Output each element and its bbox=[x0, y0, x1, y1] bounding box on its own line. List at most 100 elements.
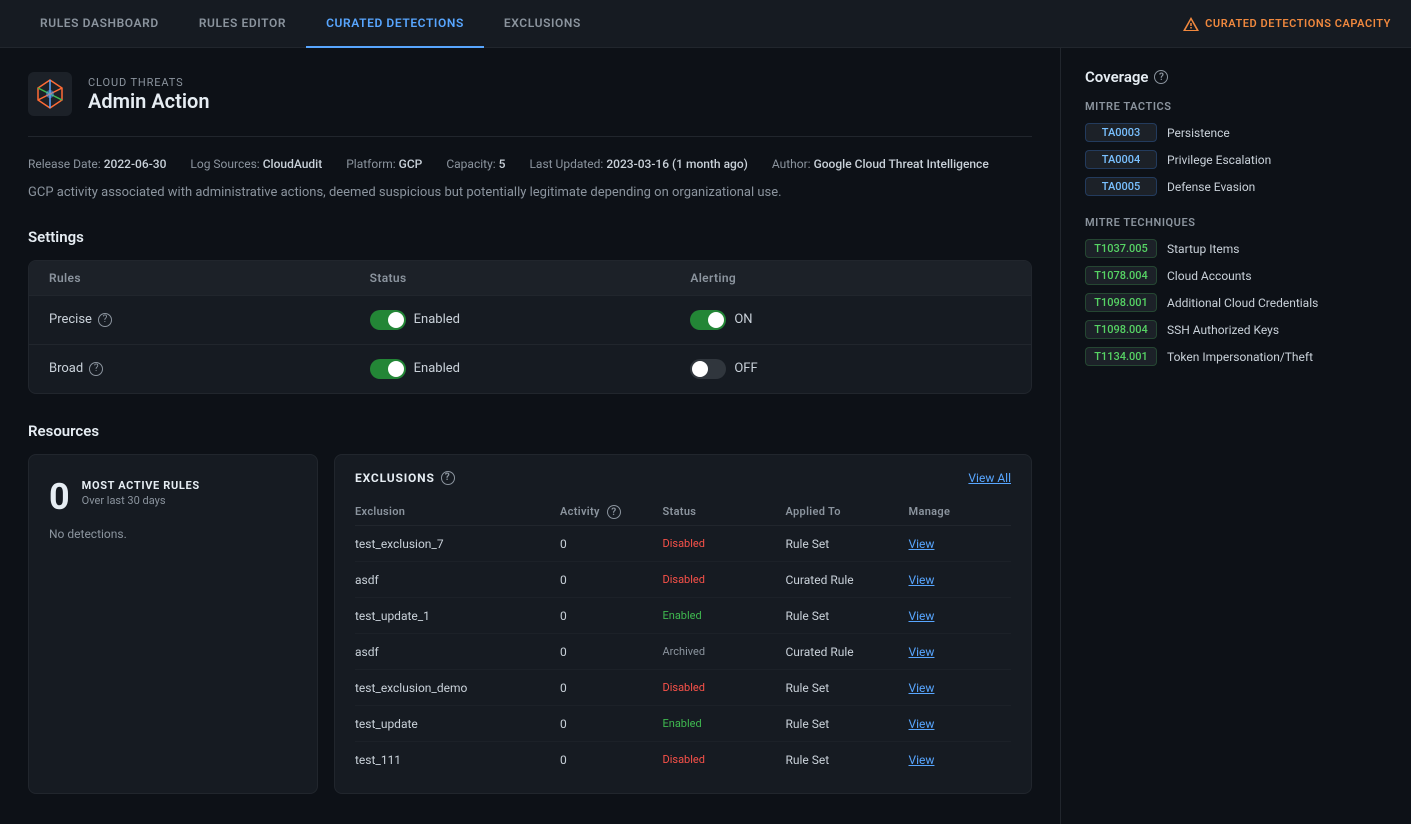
excl-status: Archived bbox=[663, 643, 786, 660]
excl-name: test_exclusion_demo bbox=[355, 681, 560, 695]
excl-manage-link[interactable]: View bbox=[909, 681, 1012, 695]
broad-help-icon[interactable]: ? bbox=[89, 362, 103, 376]
exclusions-header: EXCLUSIONS ? View All bbox=[355, 471, 1011, 485]
technique-item: T1037.005 Startup Items bbox=[1085, 239, 1356, 258]
excl-manage-link[interactable]: View bbox=[909, 717, 1012, 731]
coverage-help-icon[interactable]: ? bbox=[1154, 70, 1168, 84]
excl-applied-to: Curated Rule bbox=[786, 645, 909, 659]
excl-col-manage: Manage bbox=[909, 505, 1012, 520]
excl-manage-link[interactable]: View bbox=[909, 753, 1012, 767]
technique-tag: T1098.001 bbox=[1085, 293, 1157, 312]
excl-applied-to: Curated Rule bbox=[786, 573, 909, 587]
top-nav: RULES DASHBOARD RULES EDITOR CURATED DET… bbox=[0, 0, 1411, 48]
broad-status: Enabled bbox=[370, 359, 691, 379]
tactic-item: TA0004 Privilege Escalation bbox=[1085, 150, 1356, 169]
excl-applied-to: Rule Set bbox=[786, 717, 909, 731]
exclusions-scroll: test_exclusion_7 0 Disabled Rule Set Vie… bbox=[355, 526, 1011, 777]
release-date: Release Date: 2022-06-30 bbox=[28, 157, 166, 171]
exclusions-table-header: Exclusion Activity ? Status Applied To M… bbox=[355, 499, 1011, 527]
activity-help-icon[interactable]: ? bbox=[607, 505, 621, 519]
technique-tag: T1098.004 bbox=[1085, 320, 1157, 339]
sidebar: Coverage ? MITRE Tactics TA0003 Persiste… bbox=[1060, 48, 1380, 824]
excl-applied-to: Rule Set bbox=[786, 753, 909, 767]
mitre-tactics-section: MITRE Tactics TA0003 Persistence TA0004 … bbox=[1085, 100, 1356, 196]
nav-rules-dashboard[interactable]: RULES DASHBOARD bbox=[20, 0, 179, 48]
settings-row-broad: Broad ? Enabled OFF bbox=[29, 345, 1031, 393]
excl-name: asdf bbox=[355, 645, 560, 659]
col-status: Status bbox=[370, 271, 691, 285]
most-active-sublabel: Over last 30 days bbox=[82, 494, 200, 507]
mitre-techniques-label: MITRE Techniques bbox=[1085, 216, 1356, 229]
precise-status-toggle[interactable] bbox=[370, 310, 406, 330]
precise-alerting-toggle[interactable] bbox=[690, 310, 726, 330]
excl-manage-link[interactable]: View bbox=[909, 609, 1012, 623]
tactic-label: Defense Evasion bbox=[1167, 180, 1255, 194]
most-active-header: 0 MOST ACTIVE RULES Over last 30 days bbox=[49, 479, 297, 515]
technique-label: Additional Cloud Credentials bbox=[1167, 296, 1318, 310]
excl-col-status: Status bbox=[663, 505, 786, 520]
coverage-title: Coverage ? bbox=[1085, 68, 1356, 86]
technique-label: Startup Items bbox=[1167, 242, 1239, 256]
resources-grid: 0 MOST ACTIVE RULES Over last 30 days No… bbox=[28, 454, 1032, 795]
excl-col-exclusion: Exclusion bbox=[355, 505, 560, 520]
excl-status: Disabled bbox=[663, 751, 786, 768]
excl-name: test_exclusion_7 bbox=[355, 537, 560, 551]
excl-status: Enabled bbox=[663, 607, 786, 624]
nav-exclusions[interactable]: EXCLUSIONS bbox=[484, 0, 601, 48]
excl-manage-link[interactable]: View bbox=[909, 573, 1012, 587]
excl-name: asdf bbox=[355, 573, 560, 587]
capacity-warning[interactable]: CURATED DETECTIONS CAPACITY bbox=[1183, 16, 1391, 32]
technique-item: T1098.004 SSH Authorized Keys bbox=[1085, 320, 1356, 339]
tactic-label: Persistence bbox=[1167, 126, 1230, 140]
exclusions-table-row: asdf 0 Disabled Curated Rule View bbox=[355, 562, 1011, 598]
tactic-tag: TA0004 bbox=[1085, 150, 1157, 169]
exclusions-table-row: asdf 0 Archived Curated Rule View bbox=[355, 634, 1011, 670]
precise-alerting-label: ON bbox=[734, 312, 752, 327]
technique-label: Token Impersonation/Theft bbox=[1167, 350, 1313, 364]
precise-help-icon[interactable]: ? bbox=[98, 313, 112, 327]
exclusions-table-row: test_111 0 Disabled Rule Set View bbox=[355, 742, 1011, 777]
most-active-label: MOST ACTIVE RULES bbox=[82, 479, 200, 492]
technique-label: Cloud Accounts bbox=[1167, 269, 1252, 283]
header-meta: CLOUD THREATS Admin Action bbox=[88, 76, 210, 113]
excl-activity: 0 bbox=[560, 573, 663, 587]
excl-status: Enabled bbox=[663, 715, 786, 732]
exclusions-title: EXCLUSIONS ? bbox=[355, 471, 455, 485]
warning-icon bbox=[1183, 16, 1199, 32]
broad-status-toggle[interactable] bbox=[370, 359, 406, 379]
page-layout: CLOUD THREATS Admin Action Release Date:… bbox=[0, 48, 1411, 824]
excl-manage-link[interactable]: View bbox=[909, 537, 1012, 551]
header-category: CLOUD THREATS bbox=[88, 76, 210, 89]
technique-tag: T1134.001 bbox=[1085, 347, 1157, 366]
tactic-label: Privilege Escalation bbox=[1167, 153, 1271, 167]
rule-broad: Broad ? bbox=[49, 361, 370, 376]
log-sources: Log Sources: CloudAudit bbox=[190, 157, 322, 171]
main-content: CLOUD THREATS Admin Action Release Date:… bbox=[0, 48, 1060, 824]
view-all-link[interactable]: View All bbox=[968, 471, 1011, 485]
logo-icon bbox=[28, 72, 72, 116]
last-updated: Last Updated: 2023-03-16 (1 month ago) bbox=[529, 157, 747, 171]
tactic-item: TA0003 Persistence bbox=[1085, 123, 1356, 142]
platform: Platform: GCP bbox=[346, 157, 422, 171]
excl-manage-link[interactable]: View bbox=[909, 645, 1012, 659]
tactic-item: TA0005 Defense Evasion bbox=[1085, 177, 1356, 196]
excl-applied-to: Rule Set bbox=[786, 537, 909, 551]
excl-status: Disabled bbox=[663, 535, 786, 552]
exclusions-help-icon[interactable]: ? bbox=[441, 471, 455, 485]
broad-alerting-label: OFF bbox=[734, 361, 757, 376]
exclusions-table-row: test_update_1 0 Enabled Rule Set View bbox=[355, 598, 1011, 634]
broad-alerting-toggle[interactable] bbox=[690, 359, 726, 379]
nav-curated-detections[interactable]: CURATED DETECTIONS bbox=[306, 0, 484, 48]
excl-activity: 0 bbox=[560, 717, 663, 731]
precise-status: Enabled bbox=[370, 310, 691, 330]
page-header: CLOUD THREATS Admin Action bbox=[28, 72, 1032, 137]
settings-title: Settings bbox=[28, 228, 1032, 246]
exclusions-table-row: test_exclusion_7 0 Disabled Rule Set Vie… bbox=[355, 526, 1011, 562]
exclusions-card: EXCLUSIONS ? View All Exclusion Activity… bbox=[334, 454, 1032, 795]
excl-activity: 0 bbox=[560, 753, 663, 767]
precise-alerting: ON bbox=[690, 310, 1011, 330]
nav-rules-editor[interactable]: RULES EDITOR bbox=[179, 0, 306, 48]
most-active-card: 0 MOST ACTIVE RULES Over last 30 days No… bbox=[28, 454, 318, 795]
excl-activity: 0 bbox=[560, 645, 663, 659]
excl-status: Disabled bbox=[663, 679, 786, 696]
